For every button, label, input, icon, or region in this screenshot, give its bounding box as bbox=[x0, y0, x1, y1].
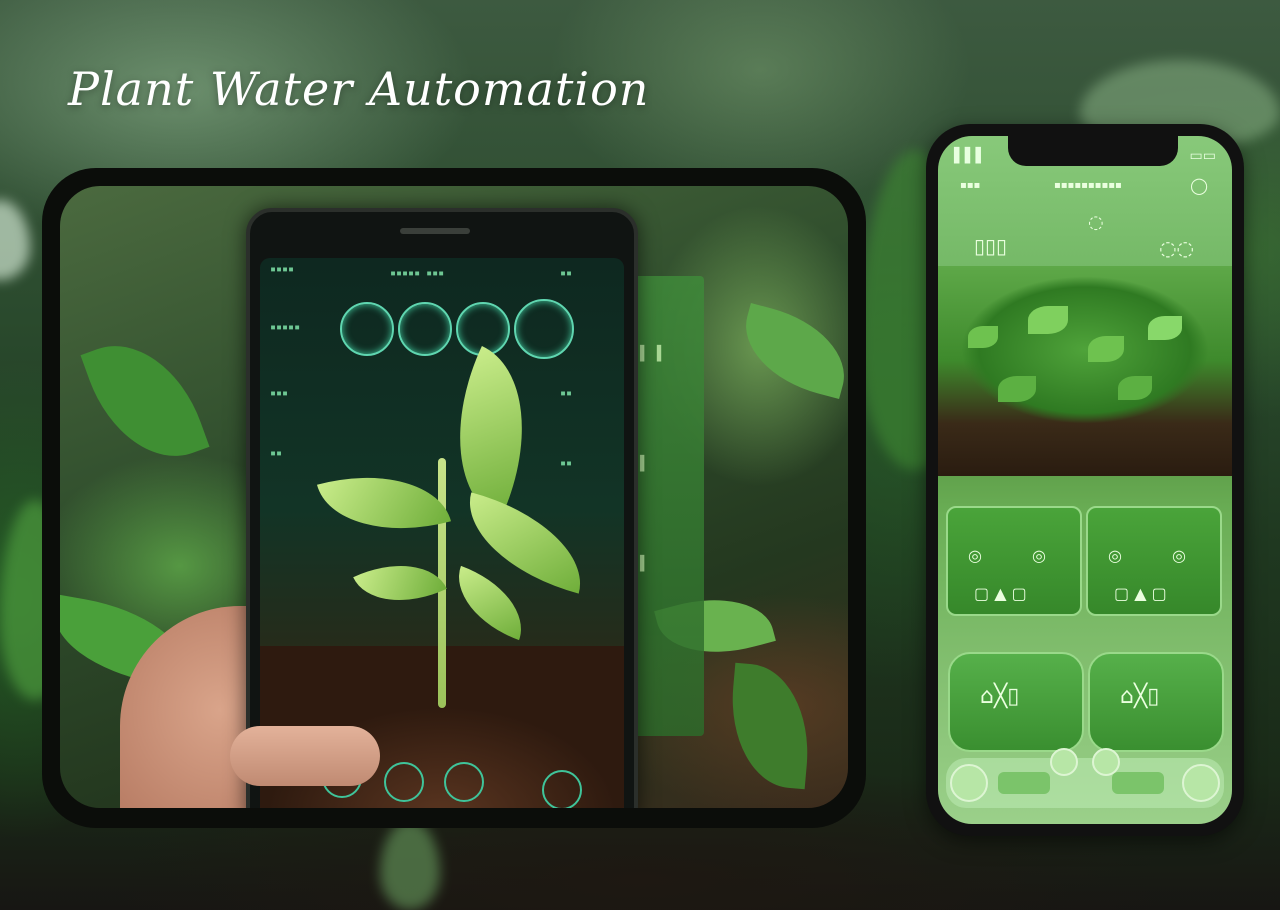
app-card[interactable]: ⌂╳▯ bbox=[1088, 652, 1224, 752]
card-icon: ◎ bbox=[1032, 546, 1046, 565]
plant-leaf bbox=[998, 376, 1036, 402]
screen-bottom-icon bbox=[384, 762, 424, 802]
sprout-leaf bbox=[353, 543, 447, 623]
screen-glyph: ▪▪ bbox=[560, 458, 573, 469]
nav-button[interactable] bbox=[1182, 764, 1220, 802]
card-icon: ◎ bbox=[1108, 546, 1122, 565]
screen-glyph: ▪▪ bbox=[270, 448, 283, 459]
app-glyph: ◯ bbox=[1190, 176, 1208, 195]
app-glyph: ◌ bbox=[1088, 212, 1104, 233]
plant-leaf bbox=[968, 326, 998, 348]
app-plant-image bbox=[938, 266, 1232, 476]
photo-leaf bbox=[724, 662, 816, 790]
photo-frame: ▌ ▌ ▌ ▌ ▪▪▪▪ ▪▪▪▪▪ ▪▪▪ ▪▪ ▪▪▪▪▪ ▪▪▪ ▪▪ ▪… bbox=[42, 168, 866, 828]
screen-ring-icon bbox=[398, 302, 452, 356]
phone-speaker bbox=[400, 228, 470, 234]
app-card[interactable]: ◎ ◎ ▢ ▲ ▢ bbox=[1086, 506, 1222, 616]
app-glyph: ◌◌ bbox=[1159, 236, 1194, 260]
screen-glyph: ▪▪▪▪ bbox=[270, 264, 295, 275]
card-icon: ◎ bbox=[968, 546, 982, 565]
card-icon: ◎ bbox=[1172, 546, 1186, 565]
nav-pill[interactable] bbox=[998, 772, 1050, 794]
app-glyph: ▪▪▪▪▪▪▪▪▪▪ bbox=[1054, 180, 1122, 191]
held-smartphone: ▪▪▪▪ ▪▪▪▪▪ ▪▪▪ ▪▪ ▪▪▪▪▪ ▪▪▪ ▪▪ ▪▪ ▪▪ bbox=[246, 208, 638, 808]
thumb bbox=[230, 726, 380, 786]
page-title: Plant Water Automation bbox=[68, 62, 650, 116]
screen-ring-icon bbox=[514, 299, 574, 359]
app-screen: ▌▌▌ ▭▭ ▪▪▪ ▪▪▪▪▪▪▪▪▪▪ ◯ ▯▯▯ ◌ ◌◌ ◎ ◎ ▢ ▲… bbox=[938, 136, 1232, 824]
screen-bottom-icon bbox=[542, 770, 582, 808]
background-leaf bbox=[0, 200, 30, 280]
app-glyph: ▯▯▯ bbox=[974, 234, 1008, 258]
nav-button[interactable] bbox=[1050, 748, 1078, 776]
app-card[interactable]: ⌂╳▯ bbox=[948, 652, 1084, 752]
screen-ring-icon bbox=[340, 302, 394, 356]
plant-leaf bbox=[1028, 306, 1068, 334]
card-icon: ⌂╳▯ bbox=[980, 684, 1020, 709]
card-icon: ▢ ▲ ▢ bbox=[1114, 584, 1167, 603]
background-leaf bbox=[380, 820, 440, 910]
screen-bottom-icon bbox=[444, 762, 484, 802]
side-panel-glyph: ▌ ▌ bbox=[640, 346, 666, 362]
screen-glyph: ▪▪▪▪▪ bbox=[270, 322, 301, 333]
phone-notch bbox=[1008, 136, 1178, 166]
photo-leaf bbox=[732, 302, 848, 400]
screen-glyph: ▪▪▪ bbox=[270, 388, 289, 399]
plant-leaf bbox=[1118, 376, 1152, 400]
sprout-leaf bbox=[316, 453, 452, 553]
device-side-panel: ▌ ▌ ▌ ▌ bbox=[632, 276, 704, 736]
side-panel-glyph: ▌ bbox=[640, 556, 649, 572]
sprout-leaf bbox=[443, 565, 537, 641]
app-glyph: ▪▪▪ bbox=[960, 180, 981, 191]
card-icon: ▢ ▲ ▢ bbox=[974, 584, 1027, 603]
screen-glyph: ▪▪ bbox=[560, 268, 573, 279]
screen-glyph: ▪▪ bbox=[560, 388, 573, 399]
status-glyph: ▌▌▌ bbox=[954, 148, 987, 164]
plant-leaf bbox=[1088, 336, 1124, 362]
screen-glyph: ▪▪▪▪▪ ▪▪▪ bbox=[390, 268, 445, 279]
hand-holding-phone-plant-photo: ▌ ▌ ▌ ▌ ▪▪▪▪ ▪▪▪▪▪ ▪▪▪ ▪▪ ▪▪▪▪▪ ▪▪▪ ▪▪ ▪… bbox=[60, 186, 848, 808]
side-panel-glyph: ▌ bbox=[640, 456, 649, 472]
nav-pill[interactable] bbox=[1112, 772, 1164, 794]
status-glyph: ▭▭ bbox=[1189, 148, 1216, 164]
app-card[interactable]: ◎ ◎ ▢ ▲ ▢ bbox=[946, 506, 1082, 616]
app-bottom-nav bbox=[946, 748, 1224, 808]
card-icon: ⌂╳▯ bbox=[1120, 684, 1160, 709]
phone-app-mockup: ▌▌▌ ▭▭ ▪▪▪ ▪▪▪▪▪▪▪▪▪▪ ◯ ▯▯▯ ◌ ◌◌ ◎ ◎ ▢ ▲… bbox=[926, 124, 1244, 836]
nav-button[interactable] bbox=[950, 764, 988, 802]
photo-leaf bbox=[80, 324, 210, 478]
plant-leaf bbox=[1148, 316, 1182, 340]
